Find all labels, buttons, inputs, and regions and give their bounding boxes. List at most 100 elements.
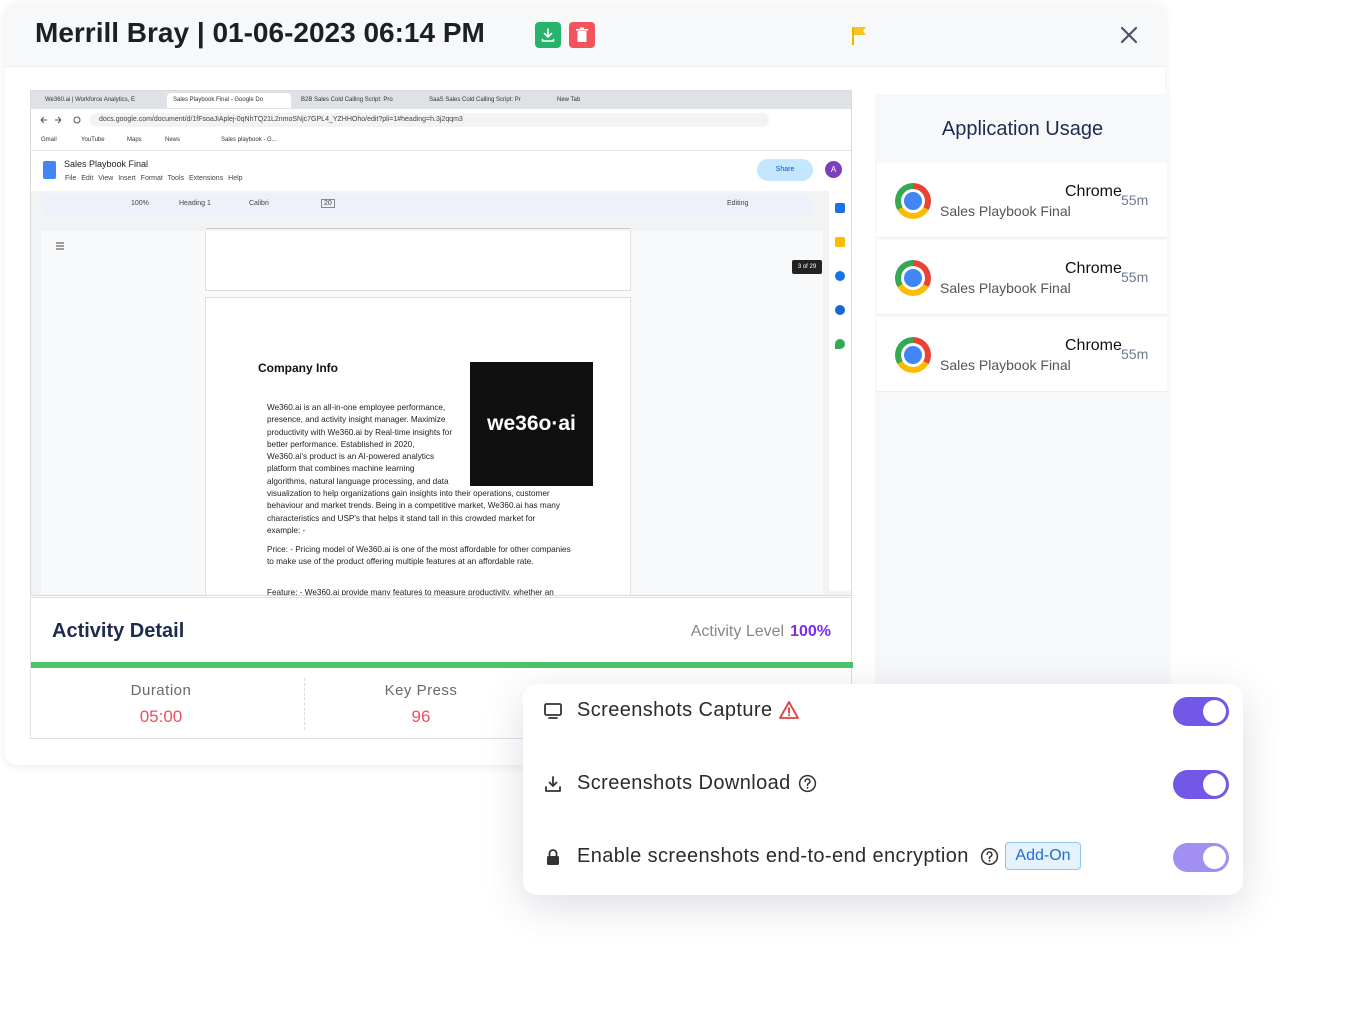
- metric-label: Key Press: [384, 682, 458, 699]
- help-icon[interactable]: [980, 847, 999, 866]
- doc-line: characteristics and USP's that helps it …: [267, 513, 536, 523]
- activity-title: Activity Detail: [52, 620, 185, 642]
- doc-line: We360.ai's product is an AI-powered anal…: [267, 452, 435, 462]
- close-icon[interactable]: [1117, 23, 1141, 47]
- download-icon: [541, 28, 555, 42]
- doc-line: platform that combines machine learning: [267, 464, 415, 474]
- trash-icon: [576, 27, 588, 42]
- chrome-icon: [895, 260, 931, 296]
- doc-line: better performance. Established in 2020,: [267, 439, 415, 449]
- download-button[interactable]: [535, 22, 561, 48]
- setting-row-capture: Screenshots Capture: [523, 691, 1243, 731]
- activity-level-label: Activity Level: [690, 623, 785, 640]
- editing-mode: Editing: [727, 200, 749, 207]
- metric-duration: Duration 05:00: [31, 682, 291, 727]
- page-count: 3 of 29: [792, 260, 822, 274]
- warning-icon: [779, 701, 799, 719]
- toggle-knob: [1203, 700, 1226, 723]
- browser-tab: New Tab: [557, 97, 581, 103]
- calendar-icon: [835, 203, 845, 213]
- activity-level: Activity Level 100%: [691, 623, 831, 641]
- app-name: Chrome: [1065, 337, 1122, 354]
- app-usage-row[interactable]: Chrome Sales Playbook Final 55m: [877, 163, 1167, 238]
- doc-paragraph: Price: - Pricing model of We360.ai is on…: [267, 545, 571, 567]
- screenshot-detail-modal: Merrill Bray | 01-06-2023 06:14 PM We360…: [5, 3, 1170, 765]
- metric-keypress: Key Press 96: [291, 682, 551, 727]
- chrome-icon: [895, 183, 931, 219]
- zoom-level: 100%: [131, 200, 149, 207]
- toggle-knob: [1203, 846, 1226, 869]
- modal-title: Merrill Bray | 01-06-2023 06:14 PM: [35, 17, 485, 48]
- setting-label: Screenshots Capture: [577, 699, 773, 721]
- app-time: 55m: [1121, 346, 1149, 362]
- application-usage-panel: Application Usage Chrome Sales Playbook …: [875, 94, 1170, 694]
- tasks-icon: [835, 271, 845, 281]
- maps-icon: [835, 339, 845, 349]
- outline-icon: [56, 242, 64, 250]
- docs-side-rail: [829, 191, 851, 591]
- flag-icon[interactable]: [849, 25, 869, 47]
- monitor-icon: [544, 703, 562, 719]
- lock-icon: [547, 849, 559, 865]
- app-usage-row[interactable]: Chrome Sales Playbook Final 55m: [877, 317, 1167, 392]
- metric-value: 05:00: [139, 707, 183, 726]
- avatar: A: [825, 161, 842, 178]
- doc-page: [205, 231, 631, 291]
- bookmark: Sales playbook - G...: [221, 137, 277, 143]
- setting-label: Enable screenshots end-to-end encryption: [577, 845, 969, 867]
- bookmark: YouTube: [81, 137, 105, 143]
- doc-canvas: Company Info we36o·ai We360.ai is an all…: [41, 231, 823, 595]
- docs-toolbar: 100% Heading 1 Calibri 20 Editing: [41, 194, 813, 216]
- app-time: 55m: [1121, 192, 1149, 208]
- app-usage-title: Application Usage: [941, 118, 1104, 140]
- encryption-toggle[interactable]: [1173, 843, 1229, 872]
- browser-tab: SaaS Sales Cold Calling Script: Pr: [429, 97, 521, 103]
- browser-tab: We360.ai | Workforce Analytics, E: [45, 97, 136, 103]
- doc-line: presence, and activity insight manager. …: [267, 415, 446, 425]
- screenshot-image[interactable]: We360.ai | Workforce Analytics, E Sales …: [30, 90, 852, 596]
- bookmark: Gmail: [41, 137, 57, 143]
- doc-line: visualization to help organizations gain…: [267, 489, 550, 499]
- browser-tab: B2B Sales Cold Calling Script: Pro: [301, 97, 393, 103]
- setting-row-download: Screenshots Download: [523, 764, 1243, 804]
- nav-arrows-icon: [40, 116, 81, 124]
- docs-header: Sales Playbook Final File Edit View Inse…: [31, 151, 851, 191]
- app-name: Chrome: [1065, 183, 1122, 200]
- docs-logo-icon: [43, 161, 56, 179]
- bookmark: Maps: [127, 137, 142, 143]
- doc-paragraph: We360.ai is an all-in-one employee perfo…: [267, 402, 577, 537]
- style-select: Heading 1: [179, 200, 211, 207]
- font-select: Calibri: [249, 200, 269, 207]
- metric-value: 96: [411, 707, 431, 726]
- doc-line: example: -: [267, 525, 306, 535]
- help-icon[interactable]: [798, 774, 817, 793]
- download-icon: [545, 776, 561, 792]
- font-size: 20: [321, 199, 335, 208]
- app-usage-row[interactable]: Chrome Sales Playbook Final 55m: [877, 240, 1167, 315]
- delete-button[interactable]: [569, 22, 595, 48]
- addon-badge[interactable]: Add-On: [1005, 842, 1081, 870]
- toggle-knob: [1203, 773, 1226, 796]
- download-toggle[interactable]: [1173, 770, 1229, 799]
- doc-line: productivity with We360.ai by Real-time …: [267, 427, 453, 437]
- app-detail: Sales Playbook Final: [940, 203, 1071, 219]
- contacts-icon: [835, 305, 845, 315]
- doc-page: Company Info we36o·ai We360.ai is an all…: [205, 297, 631, 595]
- app-name: Chrome: [1065, 260, 1122, 277]
- bookmark: News: [165, 137, 181, 143]
- doc-line: behaviour and market trends. Being in a …: [267, 501, 560, 511]
- browser-tab: Sales Playbook Final - Google Do: [167, 93, 291, 108]
- activity-level-bar: [31, 662, 853, 668]
- doc-line: We360.ai is an all-in-one employee perfo…: [267, 403, 446, 412]
- modal-header: Merrill Bray | 01-06-2023 06:14 PM: [5, 3, 1165, 67]
- capture-toggle[interactable]: [1173, 697, 1229, 726]
- app-time: 55m: [1121, 269, 1149, 285]
- setting-row-encryption: Enable screenshots end-to-end encryption…: [523, 837, 1243, 877]
- doc-line: algorithms, natural language processing,…: [267, 476, 449, 486]
- bookmarks-bar: Gmail YouTube Maps News Sales playbook -…: [31, 131, 851, 151]
- setting-label: Screenshots Download: [577, 772, 791, 794]
- metric-label: Duration: [130, 682, 192, 699]
- chrome-icon: [895, 337, 931, 373]
- url-text: docs.google.com/document/d/1fFsoaJiAplej…: [89, 113, 769, 127]
- address-bar: docs.google.com/document/d/1fFsoaJiAplej…: [31, 109, 851, 131]
